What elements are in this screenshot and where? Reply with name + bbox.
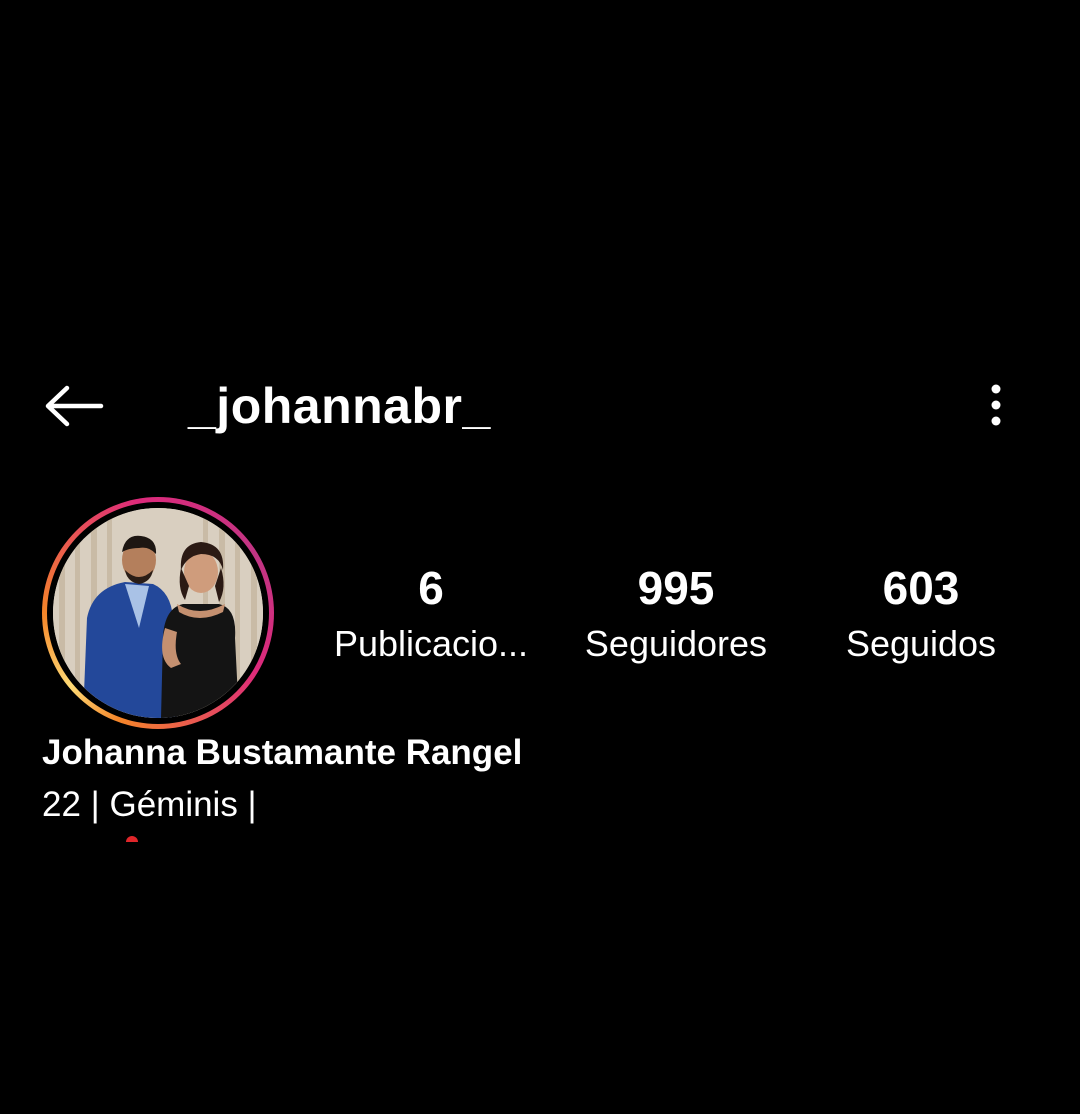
followers-count: 995 [637,562,715,614]
bio-text: 22 | Géminis | [42,785,257,824]
profile-header: _johannabr_ [0,370,1080,442]
profile-username: _johannabr_ [188,378,491,434]
emoji-fragment [126,836,138,842]
profile-full-name: Johanna Bustamante Rangel [42,733,523,772]
avatar-gap [47,502,269,724]
posts-count: 6 [418,562,444,614]
following-count: 603 [882,562,960,614]
story-ring[interactable] [42,497,274,729]
stat-posts[interactable]: 6 Publicacio... [313,560,549,666]
arrow-left-icon [45,385,104,427]
profile-photo [53,508,263,718]
more-options-button[interactable] [966,376,1026,436]
back-button[interactable] [34,376,114,436]
profile-screen: _johannabr_ 6 Publicacio... 995 Seguidor… [0,0,1080,1114]
stat-followers[interactable]: 995 Seguidores [556,560,796,666]
posts-label: Publicacio... [333,623,529,664]
following-label: Seguidos [845,623,997,664]
avatar[interactable] [53,508,263,718]
more-vertical-icon [991,384,1001,426]
followers-label: Seguidores [584,623,768,664]
stat-following[interactable]: 603 Seguidos [801,560,1041,666]
